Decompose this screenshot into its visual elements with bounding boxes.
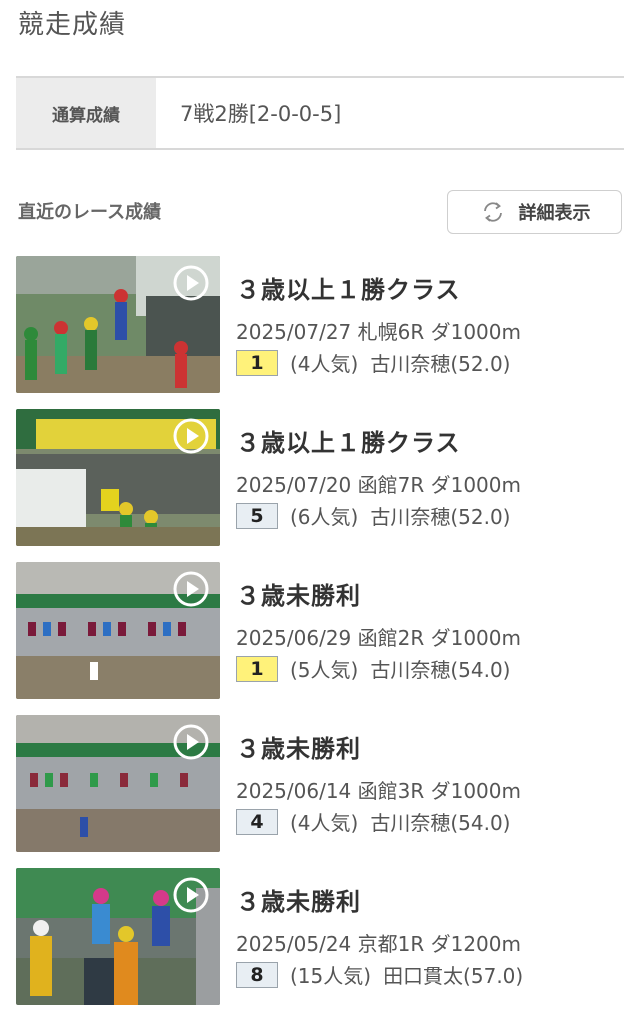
finish-rank-badge: 5: [236, 502, 278, 529]
career-summary: 通算成績 7戦2勝[2-0-0-5]: [16, 76, 624, 150]
race-result: 4 (4人気) 古川奈穂(54.0): [236, 807, 510, 836]
race-date-venue: 2025/07/20 函館7R ダ1000m: [236, 473, 521, 497]
race-date-venue: 2025/06/29 函館2R ダ1000m: [236, 626, 521, 650]
race-result: 1 (4人気) 古川奈穂(52.0): [236, 348, 510, 377]
jockey-weight: 古川奈穂(54.0): [370, 811, 511, 835]
jockey-weight: 田口貫太(57.0): [383, 964, 524, 988]
play-icon: [172, 876, 210, 914]
finish-rank-badge: 1: [236, 655, 278, 682]
race-item[interactable]: ３歳未勝利 2025/05/24 京都1R ダ1200m 8 (15人気) 田口…: [16, 868, 624, 1021]
race-item[interactable]: ３歳以上１勝クラス 2025/07/27 札幌6R ダ1000m 1 (4人気)…: [16, 256, 624, 409]
summary-value: 7戦2勝[2-0-0-5]: [180, 102, 342, 126]
race-date-venue: 2025/07/27 札幌6R ダ1000m: [236, 320, 521, 344]
detail-view-label: 詳細表示: [518, 203, 591, 224]
race-name[interactable]: ３歳未勝利: [236, 576, 361, 611]
finish-rank-badge: 1: [236, 349, 278, 376]
race-date-venue: 2025/05/24 京都1R ダ1200m: [236, 932, 521, 956]
popularity: (4人気): [290, 811, 359, 835]
race-date-venue: 2025/06/14 函館3R ダ1000m: [236, 779, 521, 803]
popularity: (15人気): [290, 964, 372, 988]
race-item[interactable]: ３歳未勝利 2025/06/14 函館3R ダ1000m 4 (4人気) 古川奈…: [16, 715, 624, 868]
play-icon: [172, 264, 210, 302]
jockey-weight: 古川奈穂(52.0): [370, 352, 511, 376]
play-icon: [172, 723, 210, 761]
race-video-thumbnail[interactable]: [16, 868, 220, 1005]
race-name[interactable]: ３歳未勝利: [236, 882, 361, 917]
finish-rank-badge: 4: [236, 808, 278, 835]
refresh-icon: [479, 198, 507, 226]
race-video-thumbnail[interactable]: [16, 562, 220, 699]
race-name[interactable]: ３歳未勝利: [236, 729, 361, 764]
race-video-thumbnail[interactable]: [16, 715, 220, 852]
race-item[interactable]: ３歳以上１勝クラス 2025/07/20 函館7R ダ1000m 5 (6人気)…: [16, 409, 624, 562]
play-icon: [172, 417, 210, 455]
race-video-thumbnail[interactable]: [16, 409, 220, 546]
finish-rank-badge: 8: [236, 961, 278, 988]
recent-races-heading: 直近のレース成績: [18, 202, 162, 223]
popularity: (6人気): [290, 505, 359, 529]
jockey-weight: 古川奈穂(54.0): [370, 658, 511, 682]
race-list: ３歳以上１勝クラス 2025/07/27 札幌6R ダ1000m 1 (4人気)…: [16, 256, 624, 1021]
race-results-page: 競走成績 通算成績 7戦2勝[2-0-0-5] 直近のレース成績 詳細表示 ３歳…: [0, 0, 640, 1024]
race-result: 8 (15人気) 田口貫太(57.0): [236, 960, 523, 989]
summary-label: 通算成績: [16, 78, 156, 148]
detail-view-button[interactable]: 詳細表示: [447, 190, 622, 234]
race-result: 1 (5人気) 古川奈穂(54.0): [236, 654, 510, 683]
popularity: (4人気): [290, 352, 359, 376]
race-name[interactable]: ３歳以上１勝クラス: [236, 270, 461, 305]
race-item[interactable]: ３歳未勝利 2025/06/29 函館2R ダ1000m 1 (5人気) 古川奈…: [16, 562, 624, 715]
play-icon: [172, 570, 210, 608]
race-video-thumbnail[interactable]: [16, 256, 220, 393]
popularity: (5人気): [290, 658, 359, 682]
page-title: 競走成績: [18, 10, 127, 40]
race-result: 5 (6人気) 古川奈穂(52.0): [236, 501, 510, 530]
race-name[interactable]: ３歳以上１勝クラス: [236, 423, 461, 458]
jockey-weight: 古川奈穂(52.0): [370, 505, 511, 529]
